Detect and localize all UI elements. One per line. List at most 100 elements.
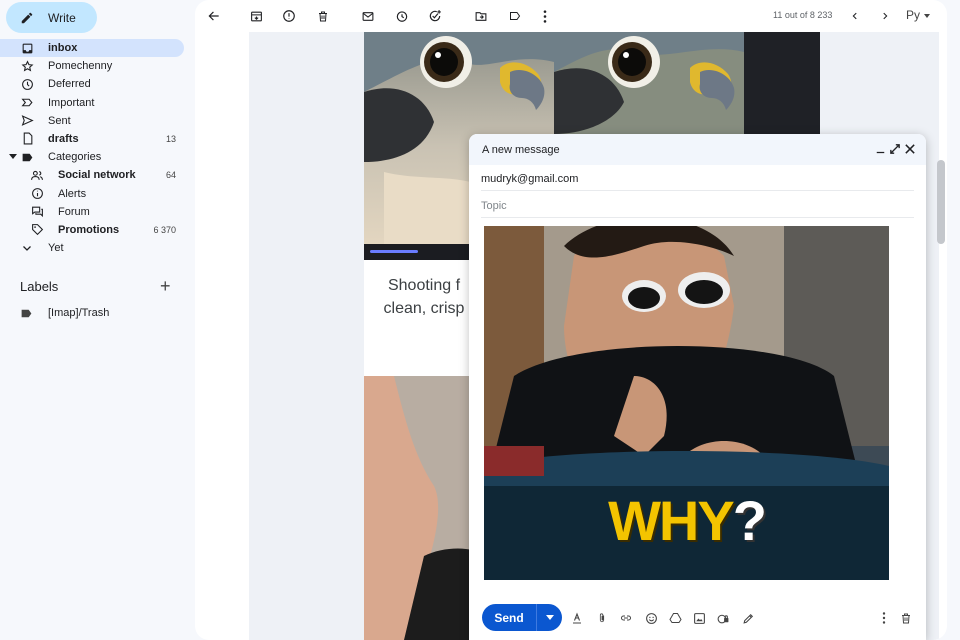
label-icon (20, 150, 34, 164)
sidebar-item-drafts[interactable]: drafts 13 (0, 130, 184, 148)
delete-icon[interactable] (314, 7, 332, 25)
sidebar-item-label: Yet (48, 242, 64, 255)
drive-icon[interactable] (668, 611, 682, 625)
gif-caption: WHY? (484, 488, 889, 553)
more-options-icon[interactable] (877, 611, 891, 625)
caption-main: WHY (608, 489, 735, 552)
progress-bar (370, 250, 418, 253)
tag-icon (30, 223, 44, 237)
discard-draft-icon[interactable] (899, 611, 913, 625)
compose-toolbar: Send (469, 600, 926, 636)
send-label: Send (494, 610, 524, 625)
why-gif[interactable]: WHY? (484, 226, 889, 580)
sidebar-item-promotions[interactable]: Promotions 6 370 (0, 221, 184, 239)
sidebar-item-deferred[interactable]: Deferred (0, 75, 184, 93)
confidential-mode-icon[interactable] (716, 611, 730, 625)
sidebar-item-label: inbox (48, 42, 78, 55)
signature-icon[interactable] (741, 611, 755, 625)
draft-icon (20, 132, 34, 146)
sidebar-item-social[interactable]: Social network 64 (0, 166, 184, 184)
forum-icon (30, 205, 44, 219)
format-text-icon[interactable] (570, 611, 584, 625)
label-name: [Imap]/Trash (48, 307, 110, 319)
attach-icon[interactable] (595, 611, 609, 625)
send-options-icon[interactable] (537, 615, 562, 620)
close-icon[interactable] (904, 143, 916, 155)
sidebar-item-label: Pomechenny (48, 60, 113, 73)
subject-field[interactable]: Topic (481, 194, 914, 218)
pencil-icon (21, 12, 33, 23)
insert-photo-icon[interactable] (692, 611, 706, 625)
add-label-button[interactable]: + (160, 277, 171, 295)
unread-count: 6 370 (153, 224, 176, 235)
move-to-icon[interactable] (472, 7, 490, 25)
headline-line2: clean, crisp (383, 300, 465, 317)
sidebar-item-label: Deferred (48, 78, 91, 91)
sidebar-item-label: Forum (58, 205, 90, 218)
important-icon (20, 96, 34, 110)
unread-count: 13 (165, 134, 176, 145)
headline-line1: Shooting f (387, 277, 461, 294)
caret-down-icon (924, 13, 931, 18)
more-vert-icon[interactable] (536, 7, 554, 25)
sidebar-item-more[interactable]: Yet (0, 239, 184, 257)
editor-side-panel (744, 32, 820, 134)
info-icon (30, 187, 44, 201)
caption-question-mark: ? (732, 489, 767, 552)
recipient-email: mudryk@gmail.com (481, 172, 579, 185)
sidebar-label-trash[interactable]: [Imap]/Trash (0, 304, 184, 322)
chevron-right-icon[interactable] (876, 7, 894, 25)
fullscreen-icon[interactable] (889, 143, 901, 155)
emoji-icon[interactable] (644, 611, 658, 625)
clock-icon (20, 77, 34, 91)
kestrel-photo-edited (554, 32, 744, 134)
pager-text: 11 out of 8 233 (773, 10, 833, 20)
language-label: Py (906, 8, 921, 22)
sidebar-item-label: Alerts (58, 187, 87, 200)
archive-icon[interactable] (247, 7, 265, 25)
sidebar-item-label: Social network (58, 169, 136, 182)
sidebar-item-label: drafts (48, 133, 79, 146)
labels-heading: Labels (20, 279, 59, 294)
sidebar-item-forum[interactable]: Forum (0, 203, 184, 221)
minimize-icon[interactable] (874, 143, 886, 155)
link-icon[interactable] (619, 611, 633, 625)
compose-header[interactable]: A new message (469, 134, 926, 165)
send-button[interactable]: Send (482, 604, 562, 631)
label-icon[interactable] (506, 7, 524, 25)
message-toolbar: 11 out of 8 233 Py (195, 0, 947, 32)
sidebar-item-label: Sent (48, 114, 71, 127)
back-arrow-icon[interactable] (205, 7, 223, 25)
report-spam-icon[interactable] (280, 7, 298, 25)
portrait-photo (364, 376, 484, 640)
email-headline: Shooting f clean, crisp (364, 274, 484, 320)
compose-title: A new message (482, 143, 560, 156)
recipients-field[interactable]: mudryk@gmail.com (481, 167, 914, 191)
send-icon (20, 114, 34, 128)
snooze-icon[interactable] (393, 7, 411, 25)
sidebar-item-inbox[interactable]: inbox (0, 39, 184, 58)
compose-window: A new message mudryk@gmail.com Topic WHY… (469, 134, 926, 640)
chevron-left-icon[interactable] (846, 7, 864, 25)
people-icon (30, 168, 44, 182)
chevron-down-icon (20, 241, 34, 255)
subject-placeholder: Topic (481, 199, 507, 212)
sidebar-item-sent[interactable]: Sent (0, 112, 184, 130)
nav-list: inbox Pomechenny Deferred Important Sent… (0, 39, 184, 257)
sidebar-item-alerts[interactable]: Alerts (0, 185, 184, 203)
sidebar-item-label: Promotions (58, 223, 120, 236)
star-icon (20, 59, 34, 73)
unread-count: 64 (165, 170, 176, 181)
sidebar-item-important[interactable]: Important (0, 94, 184, 112)
sidebar-item-categories[interactable]: Categories (0, 148, 184, 166)
sidebar-item-starred[interactable]: Pomechenny (0, 57, 184, 75)
sidebar: Write inbox Pomechenny Deferred Importan… (0, 0, 192, 640)
mark-unread-icon[interactable] (359, 7, 377, 25)
sidebar-item-label: Important (48, 96, 95, 109)
scrollbar-thumb[interactable] (937, 160, 945, 244)
input-language-selector[interactable]: Py (906, 8, 931, 22)
caret-down-icon[interactable] (9, 154, 17, 160)
write-button[interactable]: Write (6, 2, 97, 33)
add-task-icon[interactable] (426, 7, 444, 25)
inbox-icon (20, 41, 34, 55)
